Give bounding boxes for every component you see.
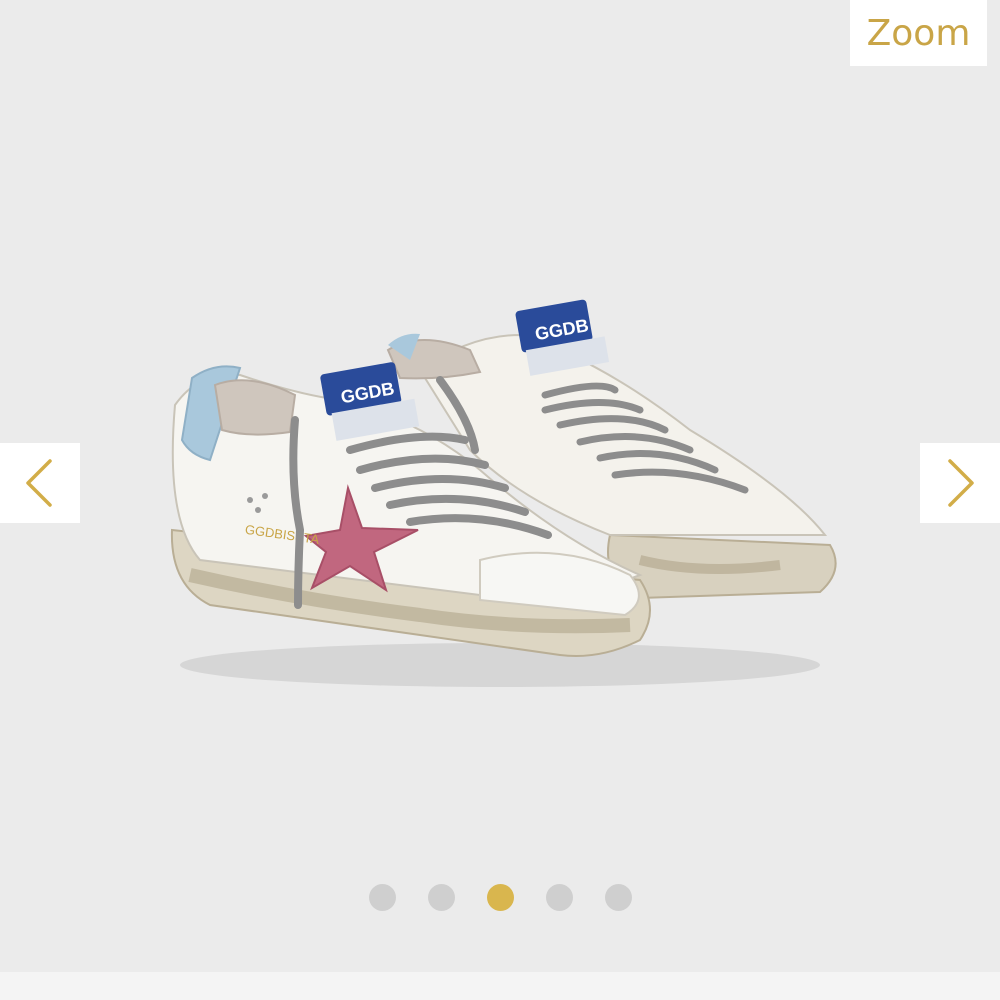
carousel-dot-5[interactable] — [604, 884, 632, 911]
carousel-dot-2[interactable] — [427, 884, 455, 911]
carousel-indicators — [0, 884, 1000, 912]
carousel-dot-1[interactable] — [368, 884, 396, 911]
carousel-dot-4[interactable] — [545, 884, 573, 911]
next-image-button[interactable] — [920, 443, 1000, 523]
carousel-dot-3[interactable] — [486, 884, 514, 911]
shoe-shadow — [180, 643, 820, 687]
bottom-strip — [0, 972, 1000, 1000]
chevron-right-icon — [948, 459, 974, 507]
zoom-button[interactable]: Zoom — [850, 0, 987, 66]
previous-image-button[interactable] — [0, 443, 80, 523]
chevron-left-icon — [26, 459, 52, 507]
product-gallery: GGDB GGDBISSTA GGDB Zoom — [0, 0, 1000, 972]
back-tongue-label: GGDB — [515, 299, 610, 376]
product-image: GGDB GGDBISSTA GGDB — [170, 299, 837, 687]
